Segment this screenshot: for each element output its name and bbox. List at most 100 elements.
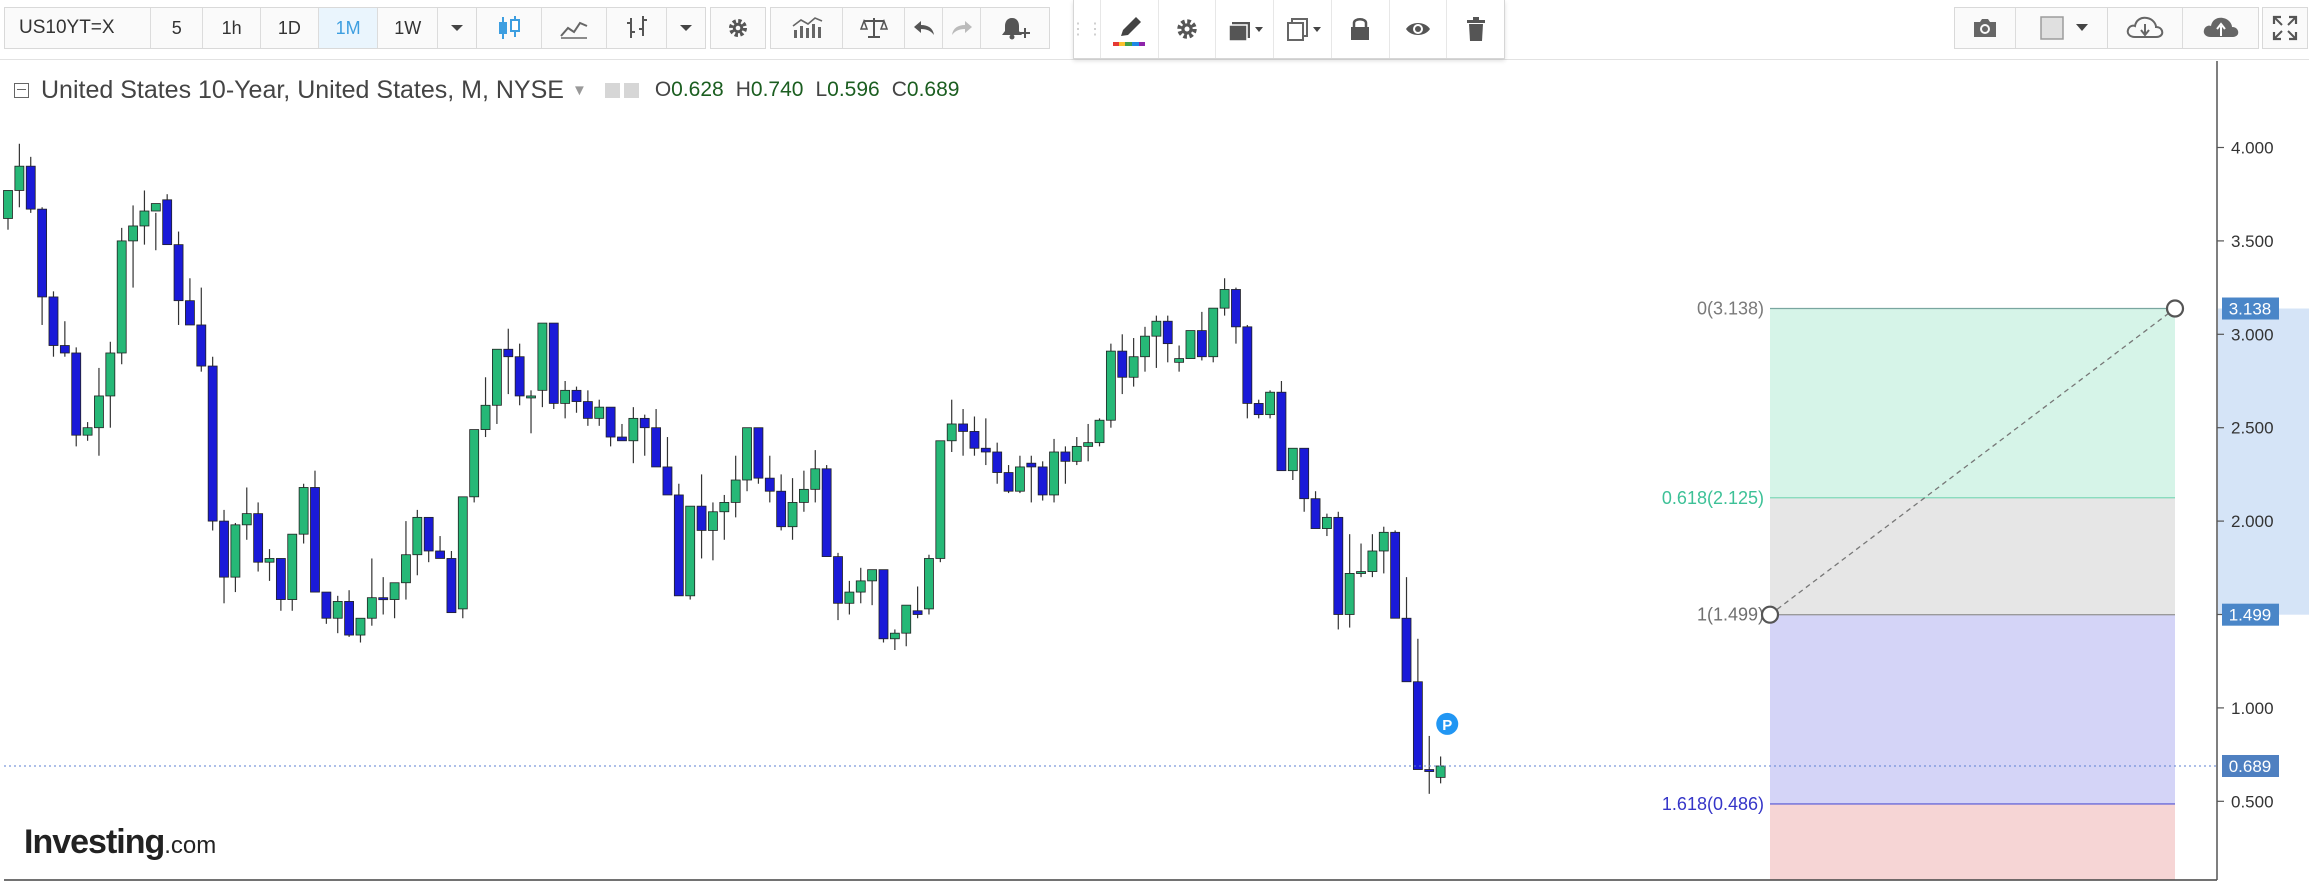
candle-up — [719, 502, 730, 513]
candle-down — [1401, 617, 1412, 683]
candle-down — [435, 550, 445, 559]
candle-up — [560, 389, 571, 404]
candle-up — [855, 580, 866, 593]
candle-up — [889, 632, 900, 640]
fibonacci-retracement[interactable]: 0(3.138) 0.618(2.125) 1(1.499) 1.618(0.486) — [1662, 299, 2185, 880]
fib-level-label: 1.618(0.486) — [1662, 794, 1764, 814]
candle-down — [833, 556, 843, 604]
price-marker-label: P — [1442, 717, 1452, 734]
candle-down — [1390, 531, 1401, 619]
candle-up — [810, 468, 821, 490]
candle-up — [1208, 307, 1219, 358]
candle-up — [526, 395, 536, 399]
candle-down — [1231, 289, 1241, 328]
candle-down — [662, 466, 673, 496]
candle-down — [651, 427, 661, 468]
fib-zone-1-1618 — [1770, 614, 2175, 804]
candle-up — [901, 604, 912, 634]
candle-down — [764, 477, 775, 492]
candle-up — [139, 210, 150, 227]
candle-up — [230, 524, 241, 578]
candle-up — [844, 591, 855, 604]
candle-down — [1162, 320, 1173, 345]
candle-down — [446, 558, 457, 614]
chevron-down-icon[interactable]: ▼ — [572, 82, 587, 99]
candlestick-series — [3, 143, 1446, 794]
candle-down — [514, 356, 525, 397]
investing-logo: Investing.com — [24, 823, 216, 862]
fib-zone-below-1618 — [1770, 803, 2175, 880]
candle-down — [59, 345, 70, 354]
candle-down — [1060, 451, 1071, 462]
candle-up — [935, 440, 946, 559]
fib-level-label: 0.618(2.125) — [1662, 488, 1764, 508]
candle-down — [1310, 498, 1321, 529]
candle-up — [150, 203, 161, 212]
candle-up — [298, 487, 309, 535]
eye-toggle-icon[interactable] — [604, 82, 620, 98]
candle-up — [1344, 573, 1355, 615]
axis-tick-label: 4.000 — [2231, 139, 2274, 158]
candle-down — [378, 597, 389, 601]
candle-down — [992, 451, 1003, 473]
candle-down — [1003, 472, 1014, 492]
fib-level-label: 0(3.138) — [1697, 299, 1764, 319]
axis-fib-badge-label: 1.499 — [2229, 606, 2272, 625]
candle-up — [105, 352, 116, 397]
legend-title[interactable]: United States 10-Year, United States, M,… — [41, 76, 564, 105]
candle-down — [1037, 466, 1048, 496]
candle-down — [162, 199, 173, 246]
axis-tick-label: 3.500 — [2231, 232, 2274, 251]
axis-fib-highlight — [2218, 308, 2309, 615]
candle-up — [1265, 391, 1275, 416]
candle-up — [1367, 550, 1378, 572]
candle-up — [366, 597, 377, 619]
collapse-legend-icon[interactable] — [14, 82, 29, 98]
candle-up — [480, 404, 491, 430]
candle-up — [469, 429, 480, 498]
candle-up — [401, 554, 411, 584]
candle-down — [503, 348, 514, 358]
candle-down — [25, 165, 36, 210]
candle-down — [275, 558, 286, 600]
candle-up — [116, 240, 127, 354]
fib-level-label: 1(1.499) — [1697, 605, 1764, 625]
candle-down — [173, 244, 184, 302]
candle-up — [1287, 447, 1298, 472]
price-axis[interactable]: 4.0003.5003.0002.5002.0001.5001.0000.500… — [2217, 139, 2309, 812]
candle-up — [1322, 516, 1332, 529]
current-price-badge-label: 0.689 — [2229, 757, 2272, 776]
candle-up — [1105, 350, 1116, 421]
fib-zone-0618-1 — [1770, 497, 2175, 615]
candle-down — [821, 468, 832, 557]
legend-open: O0.628 — [654, 78, 724, 101]
candle-up — [3, 190, 13, 219]
candle-down — [253, 513, 264, 563]
candle-down — [639, 417, 650, 429]
candle-up — [946, 423, 957, 442]
candle-up — [389, 582, 400, 600]
candle-down — [37, 208, 48, 298]
fib-anchor-handle[interactable] — [2165, 299, 2185, 318]
candle-down — [878, 569, 889, 640]
candle-up — [799, 488, 809, 503]
settings-small-icon[interactable] — [623, 82, 639, 98]
candle-up — [742, 427, 752, 481]
candle-down — [912, 610, 923, 615]
axis-tick-label: 3.000 — [2231, 325, 2274, 344]
candle-down — [1424, 769, 1435, 772]
candle-down — [1026, 462, 1037, 468]
candle-down — [423, 516, 434, 552]
candle-up — [1356, 571, 1366, 574]
candle-up — [1435, 765, 1446, 778]
candle-down — [1242, 326, 1253, 404]
candle-up — [1083, 442, 1094, 447]
price-chart[interactable]: 0(3.138) 0.618(2.125) 1(1.499) 1.618(0.486)… — [0, 0, 2309, 883]
legend-close: C0.689 — [891, 78, 960, 101]
candle-down — [696, 505, 707, 531]
candle-down — [1117, 350, 1128, 378]
axis-tick-label: 0.500 — [2231, 792, 2274, 811]
legend-low: L0.596 — [815, 78, 880, 101]
fib-anchor-handle[interactable] — [1760, 605, 1780, 624]
candle-up — [1185, 330, 1196, 359]
